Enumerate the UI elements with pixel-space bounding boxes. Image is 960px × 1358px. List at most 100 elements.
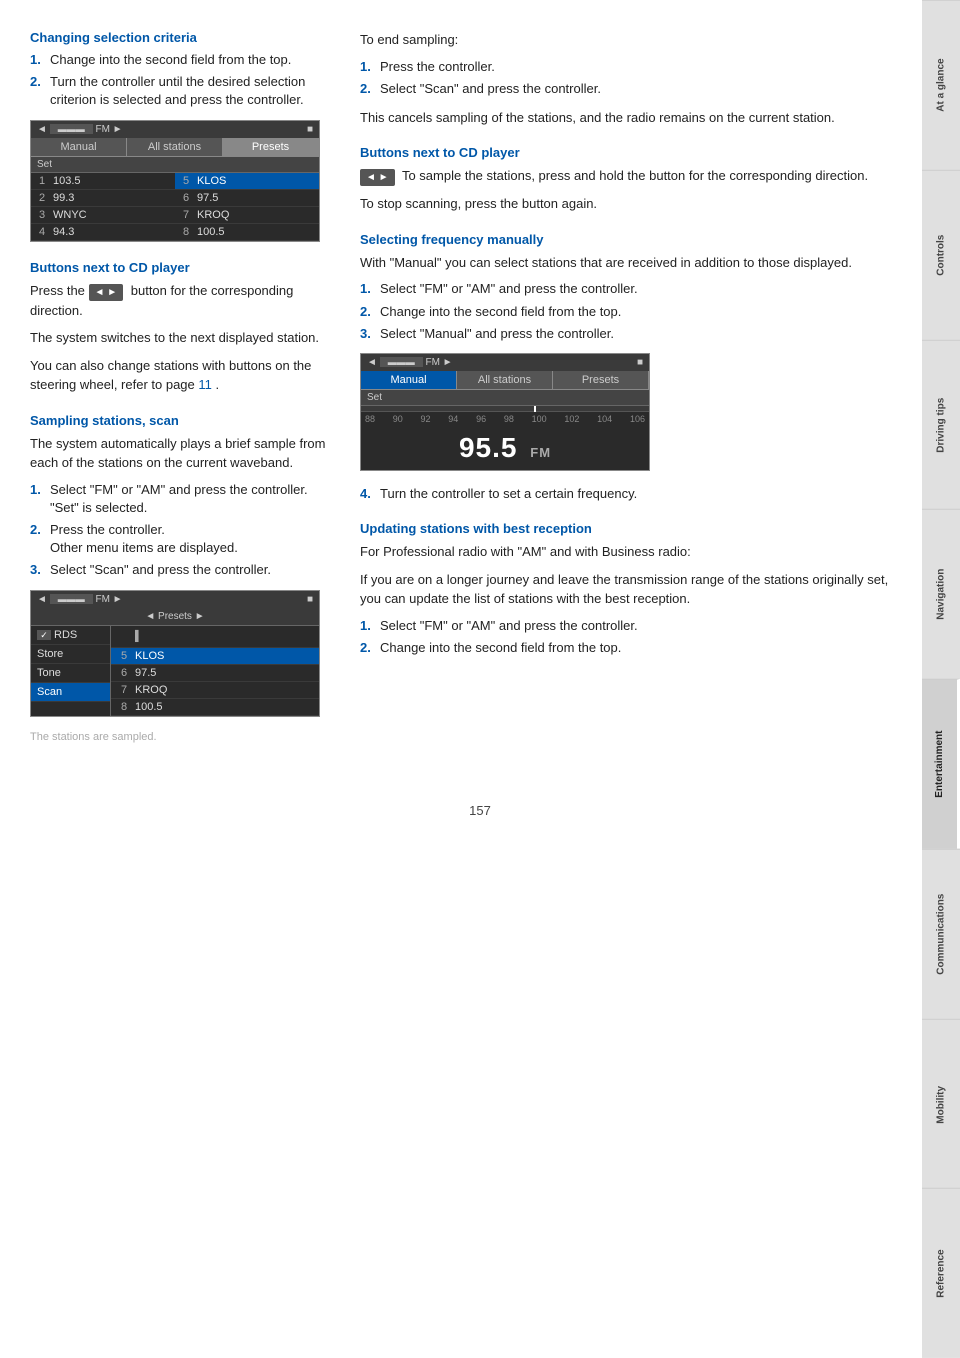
scale-106: 106 [630,414,645,424]
section-changing-selection-heading: Changing selection criteria [30,30,340,45]
step-text: Press the controller.Other menu items ar… [50,521,238,557]
step-text: Select "Manual" and press the controller… [380,325,614,343]
main-content: Changing selection criteria 1. Change in… [0,0,922,783]
step-text: Select "Scan" and press the controller. [380,80,601,98]
sidebar-tab-controls[interactable]: Controls [922,170,960,340]
station-row: ▌ [111,626,319,648]
section-freq-manual-heading: Selecting frequency manually [360,232,892,247]
radio-tab-all-stations[interactable]: All stations [127,138,223,156]
sampling-end-steps: 1. Press the controller. 2. Select "Scan… [360,58,892,98]
list-item: 3. Select "Scan" and press the controlle… [30,561,340,579]
scan-presets-label: ◄ Presets ► [31,608,319,626]
radio-ui-scan: ◄ ▬▬▬ FM ► ■ ◄ Presets ► ✓RDS Store Tone… [30,590,320,717]
cd-para1-text: To sample the stations, press and hold t… [402,168,868,183]
station-number [121,628,131,645]
radio-tab-manual[interactable]: Manual [31,138,127,156]
section-sampling-steps: 1. Select "FM" or "AM" and press the con… [30,481,340,580]
manual-freq-display: 95.5 FM [361,426,649,470]
scale-100: 100 [532,414,547,424]
right-column: To end sampling: 1. Press the controller… [360,30,892,753]
list-item: 3. Select "Manual" and press the control… [360,325,892,343]
radio-station-list: 1103.5 5KLOS 299.3 697.5 3WNYC 7KROQ 494… [31,173,319,241]
section-buttons-cd-para3: You can also change stations with button… [30,356,340,395]
step-number: 3. [360,325,374,343]
sidebar-tab-entertainment[interactable]: Entertainment [922,679,960,849]
station-number: 7 [183,209,193,221]
cd-direction-button: ◄ ► [89,284,124,301]
radio-manual-tab-presets[interactable]: Presets [553,371,649,389]
step-number: 2. [360,639,374,657]
station-number: 1 [39,175,49,187]
station-number: 5 [121,650,131,662]
manual-scale-bar: 88 90 92 94 96 98 100 102 104 106 [361,412,649,426]
station-freq: 100.5 [197,226,225,238]
page-number: 157 [0,803,960,818]
station-freq: 103.5 [53,175,81,187]
list-item: 2. Select "Scan" and press the controlle… [360,80,892,98]
radio-manual-tab-all[interactable]: All stations [457,371,553,389]
list-item: 1. Select "FM" or "AM" and press the con… [360,617,892,635]
station-number: 5 [183,175,193,187]
station-row: 697.5 [111,665,319,682]
station-number: 6 [183,192,193,204]
scan-stations-right: ▌ 5KLOS 697.5 7KROQ 8100.5 [111,626,319,716]
scale-102: 102 [564,414,579,424]
step-number: 2. [360,80,374,98]
step-text: Press the controller. [380,58,495,76]
radio-tab-presets[interactable]: Presets [223,138,319,156]
radio-manual-tab-manual[interactable]: Manual [361,371,457,389]
station-row: 299.3 [31,190,175,207]
sidebar-tab-navigation[interactable]: Navigation [922,509,960,679]
section-changing-selection-list: 1. Change into the second field from the… [30,51,340,110]
page-link-11[interactable]: 11 [198,377,212,392]
step-number: 4. [360,485,374,503]
cd-sample-button: ◄ ► [360,169,395,186]
section-freq-step4-list: 4. Turn the controller to set a certain … [360,485,892,503]
section-buttons-cd-heading-left: Buttons next to CD player [30,260,340,275]
section-update-para2: If you are on a longer journey and leave… [360,570,892,609]
scan-caption: The stations are sampled. [30,731,340,743]
sampling-end-heading: To end sampling: [360,30,892,50]
radio-corner-icon: ■ [307,124,313,135]
scan-menu: ✓RDS Store Tone Scan ▌ 5KLOS 697.5 7KROQ… [31,626,319,716]
section-update-para1: For Professional radio with "AM" and wit… [360,542,892,562]
station-freq: 100.5 [135,701,163,713]
step-number: 1. [360,617,374,635]
sidebar-tab-reference[interactable]: Reference [922,1188,960,1358]
station-freq: WNYC [53,209,87,221]
section-cd-para1: ◄ ► To sample the stations, press and ho… [360,166,892,186]
radio-ui-manual: ◄ ▬▬▬ FM ► ■ Manual All stations Presets… [360,353,650,471]
step-number: 1. [30,481,44,517]
scale-98: 98 [504,414,514,424]
section-freq-steps: 1. Select "FM" or "AM" and press the con… [360,280,892,343]
station-number: 8 [183,226,193,238]
sidebar-tab-at-a-glance[interactable]: At a glance [922,0,960,170]
step-number: 2. [360,303,374,321]
list-item: 1. Press the controller. [360,58,892,76]
station-freq: 99.3 [53,192,74,204]
sidebar-tabs: At a glance Controls Driving tips Naviga… [922,0,960,1358]
sidebar-tab-driving-tips[interactable]: Driving tips [922,340,960,510]
sidebar-tab-mobility[interactable]: Mobility [922,1019,960,1189]
station-row: 5KLOS [111,648,319,665]
step-text: Change into the second field from the to… [380,303,621,321]
section-buttons-cd-para2: The system switches to the next displaye… [30,328,340,348]
step-number: 1. [360,58,374,76]
scan-menu-tone: Tone [31,664,110,683]
station-number: 4 [39,226,49,238]
station-row: 1 103.5 [31,173,175,190]
section-freq-para: With "Manual" you can select stations th… [360,253,892,273]
radio-manual-tabs: Manual All stations Presets [361,371,649,390]
station-number: 3 [39,209,49,221]
step-number: 2. [30,73,44,109]
sidebar-tab-communications[interactable]: Communications [922,849,960,1019]
radio-scan-top: ◄ ▬▬▬ FM ► ■ [31,591,319,608]
left-column: Changing selection criteria 1. Change in… [30,30,340,753]
scan-menu-rds: ✓RDS [31,626,110,645]
radio-manual-set: Set [361,390,649,406]
station-number: 2 [39,192,49,204]
station-row: 8100.5 [111,699,319,716]
station-number: 7 [121,684,131,696]
para-text-before-btn: Press the [30,283,85,298]
section-cd-buttons-right-heading: Buttons next to CD player [360,145,892,160]
